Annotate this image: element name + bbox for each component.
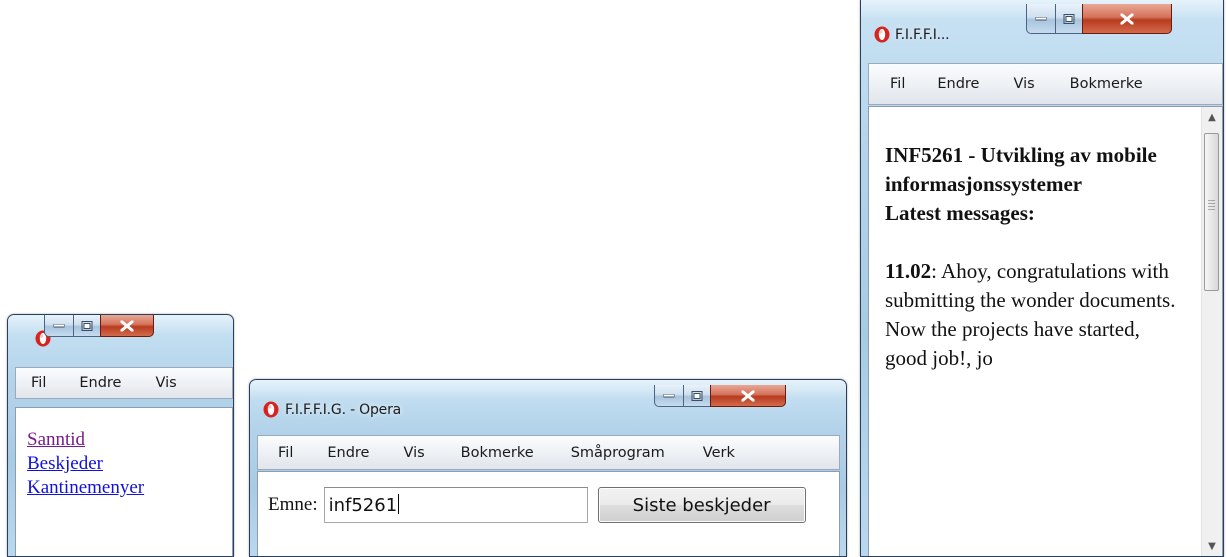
message-item: 11.02: Ahoy, congratulations with submit… — [885, 257, 1185, 373]
close-icon — [741, 390, 755, 401]
menu-bar: Fil Endre Vis Bokmerke — [868, 63, 1223, 105]
minimize-icon — [663, 393, 675, 397]
siste-beskjeder-label: Siste beskjeder — [632, 494, 771, 516]
menu-item-bokmerke[interactable]: Bokmerke — [1070, 76, 1143, 92]
scrollbar-grip — [1208, 200, 1215, 210]
menu-bar: Fil Endre Vis — [15, 367, 233, 399]
scrollbar-thumb[interactable] — [1204, 133, 1219, 291]
page-body: INF5261 - Utvikling av mobile informasjo… — [885, 141, 1185, 373]
opera-window-large: F.I.F.F.I... Fil Endre Vis Bokmerke INF5… — [860, 0, 1224, 557]
menu-bar: Fil Endre Vis Bokmerke Småprogram Verk — [257, 435, 840, 470]
emne-label: Emne: — [268, 494, 318, 515]
close-button[interactable] — [100, 315, 154, 337]
opera-window-medium: F.I.F.F.I.G. - Opera Fil Endre Vis Bokme… — [249, 379, 847, 557]
close-icon — [120, 320, 134, 331]
link-beskjeder[interactable]: Beskjeder — [27, 452, 232, 476]
menu-item-verktoy[interactable]: Verk — [703, 445, 735, 461]
vertical-scrollbar[interactable]: ▲ ▼ — [1201, 107, 1222, 556]
menu-item-fil[interactable]: Fil — [890, 76, 905, 92]
menu-item-vis[interactable]: Vis — [403, 445, 424, 461]
link-sanntid[interactable]: Sanntid — [27, 428, 232, 452]
page-content: Emne: inf5261 Siste beskjeder — [257, 471, 840, 556]
maximize-icon — [81, 320, 93, 331]
message-date: 11.02 — [885, 259, 932, 283]
menu-item-endre[interactable]: Endre — [327, 445, 369, 461]
title-bar[interactable] — [8, 315, 233, 361]
link-kantinemenyer[interactable]: Kantinemenyer — [27, 476, 232, 500]
opera-logo-icon — [874, 26, 890, 43]
minimize-button[interactable] — [654, 385, 683, 407]
maximize-button[interactable] — [1055, 4, 1082, 34]
menu-item-smaaprogram[interactable]: Småprogram — [571, 445, 665, 461]
caption-buttons — [1026, 4, 1172, 40]
close-icon — [1120, 13, 1134, 24]
emne-input-value: inf5261 — [328, 495, 398, 516]
close-button[interactable] — [710, 385, 786, 407]
maximize-button[interactable] — [683, 385, 710, 407]
menu-item-vis[interactable]: Vis — [155, 375, 176, 391]
search-form: Emne: inf5261 Siste beskjeder — [268, 487, 806, 523]
opera-window-small: Fil Endre Vis Sanntid Beskjeder Kantinem… — [7, 314, 234, 557]
close-button[interactable] — [1082, 4, 1172, 34]
page-heading: INF5261 - Utvikling av mobile informasjo… — [885, 143, 1157, 196]
latest-messages-heading: Latest messages: — [885, 201, 1035, 225]
menu-item-fil[interactable]: Fil — [278, 445, 293, 461]
menu-item-vis[interactable]: Vis — [1013, 76, 1034, 92]
maximize-icon — [691, 390, 703, 401]
minimize-button[interactable] — [1026, 4, 1055, 34]
caption-buttons — [44, 315, 154, 337]
window-title: F.I.F.F.I... — [895, 27, 950, 43]
message-separator: : — [931, 259, 937, 283]
siste-beskjeder-button[interactable]: Siste beskjeder — [597, 487, 806, 523]
emne-input[interactable]: inf5261 — [323, 487, 588, 523]
title-bar[interactable]: F.I.F.F.I... — [861, 0, 1223, 46]
menu-item-endre[interactable]: Endre — [79, 375, 121, 391]
maximize-icon — [1063, 13, 1075, 24]
minimize-icon — [53, 323, 65, 327]
title-bar[interactable]: F.I.F.F.I.G. - Opera — [250, 380, 846, 426]
opera-logo-icon — [263, 401, 279, 418]
menu-item-endre[interactable]: Endre — [937, 76, 979, 92]
menu-item-bokmerke[interactable]: Bokmerke — [461, 445, 534, 461]
window-title: F.I.F.F.I.G. - Opera — [285, 402, 402, 418]
minimize-icon — [1035, 16, 1047, 20]
maximize-button[interactable] — [73, 315, 100, 337]
caption-buttons — [654, 385, 786, 407]
scroll-up-icon[interactable]: ▲ — [1202, 107, 1222, 127]
page-content: INF5261 - Utvikling av mobile informasjo… — [868, 106, 1223, 556]
minimize-button[interactable] — [44, 315, 73, 337]
page-content: Sanntid Beskjeder Kantinemenyer — [15, 407, 233, 556]
scroll-down-icon[interactable]: ▼ — [1202, 536, 1222, 556]
text-caret — [398, 494, 400, 514]
menu-item-fil[interactable]: Fil — [31, 375, 46, 391]
